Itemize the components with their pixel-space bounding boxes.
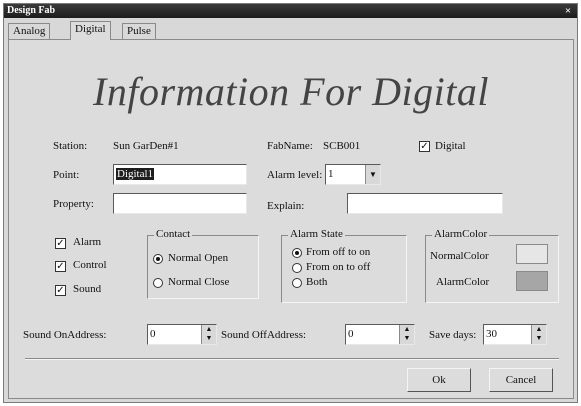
window-title: Design Fab [7, 5, 56, 16]
property-input[interactable] [113, 193, 247, 214]
alarm-color-group-title: AlarmColor [432, 228, 490, 240]
spin-arrows-icon[interactable]: ▲ ▼ [399, 325, 414, 344]
spin-arrows-icon[interactable]: ▲ ▼ [201, 325, 216, 344]
alarm-level-label: Alarm level: [267, 169, 323, 181]
from-off-to-on-radio[interactable] [292, 248, 302, 258]
control-checkbox-label: Control [73, 259, 107, 271]
station-label: Station: [53, 140, 88, 152]
spin-arrows-icon[interactable]: ▲ ▼ [531, 325, 546, 344]
control-checkbox[interactable]: ✓ [55, 261, 66, 272]
contact-group: Contact Normal Open Normal Close [147, 228, 259, 299]
digital-checkbox-label: Digital [435, 140, 466, 152]
property-label: Property: [53, 198, 94, 210]
alarm-color-label: AlarmColor [436, 276, 490, 288]
alarm-color-group: AlarmColor NormalColor AlarmColor [425, 228, 559, 303]
tab-pulse[interactable]: Pulse [122, 23, 156, 39]
sound-on-address-value: 0 [150, 328, 156, 340]
alarm-state-group: Alarm State From off to on From on to of… [281, 228, 407, 303]
alarm-level-value: 1 [328, 168, 334, 180]
fabname-value: SCB001 [323, 140, 361, 152]
page-title: Information For Digital [93, 69, 489, 114]
alarm-level-select[interactable]: 1 ▼ [325, 164, 381, 185]
sound-off-address-stepper[interactable]: 0 ▲ ▼ [345, 324, 415, 345]
explain-input[interactable] [347, 193, 503, 214]
title-bar: Design Fab × [4, 4, 577, 18]
sound-checkbox-label: Sound [73, 283, 102, 295]
normal-color-label: NormalColor [430, 250, 489, 262]
both-radio[interactable] [292, 278, 302, 288]
normal-color-swatch[interactable] [516, 244, 548, 264]
ok-button[interactable]: Ok [407, 368, 471, 392]
normal-open-radio[interactable] [153, 254, 163, 264]
contact-group-title: Contact [154, 228, 193, 240]
point-input[interactable]: Digital1 [113, 164, 247, 185]
save-days-stepper[interactable]: 30 ▲ ▼ [483, 324, 547, 345]
tab-analog[interactable]: Analog [8, 23, 51, 39]
save-days-value: 30 [486, 328, 497, 340]
alarm-checkbox-label: Alarm [73, 236, 102, 248]
divider [25, 358, 559, 360]
normal-open-label: Normal Open [168, 252, 229, 264]
from-on-to-off-label: From on to off [306, 261, 371, 273]
fabname-label: FabName: [267, 140, 313, 152]
sound-on-address-stepper[interactable]: 0 ▲ ▼ [147, 324, 217, 345]
close-icon[interactable]: × [562, 4, 574, 18]
alarm-state-group-title: Alarm State [288, 228, 345, 240]
normal-close-label: Normal Close [168, 276, 230, 288]
digital-checkbox[interactable]: ✓ [419, 141, 430, 152]
design-fab-window: Design Fab × Analog Digital Pulse Inform… [3, 3, 578, 403]
from-off-to-on-label: From off to on [306, 246, 371, 258]
cancel-button[interactable]: Cancel [489, 368, 553, 392]
alarm-color-swatch[interactable] [516, 271, 548, 291]
sound-off-address-value: 0 [348, 328, 354, 340]
sound-off-address-label: Sound OffAddress: [221, 329, 307, 341]
point-value: Digital1 [116, 168, 155, 180]
alarm-checkbox[interactable]: ✓ [55, 238, 66, 249]
both-label: Both [306, 276, 328, 288]
point-label: Point: [53, 169, 80, 181]
save-days-label: Save days: [429, 329, 477, 341]
tab-digital[interactable]: Digital [70, 21, 111, 40]
sound-on-address-label: Sound OnAddress: [23, 329, 107, 341]
from-on-to-off-radio[interactable] [292, 263, 302, 273]
chevron-down-icon[interactable]: ▼ [365, 165, 380, 184]
digital-panel: Information For Digital Station: Sun Gar… [8, 39, 574, 399]
explain-label: Explain: [267, 200, 305, 212]
station-value: Sun GarDen#1 [113, 140, 179, 152]
normal-close-radio[interactable] [153, 278, 163, 288]
sound-checkbox[interactable]: ✓ [55, 285, 66, 296]
